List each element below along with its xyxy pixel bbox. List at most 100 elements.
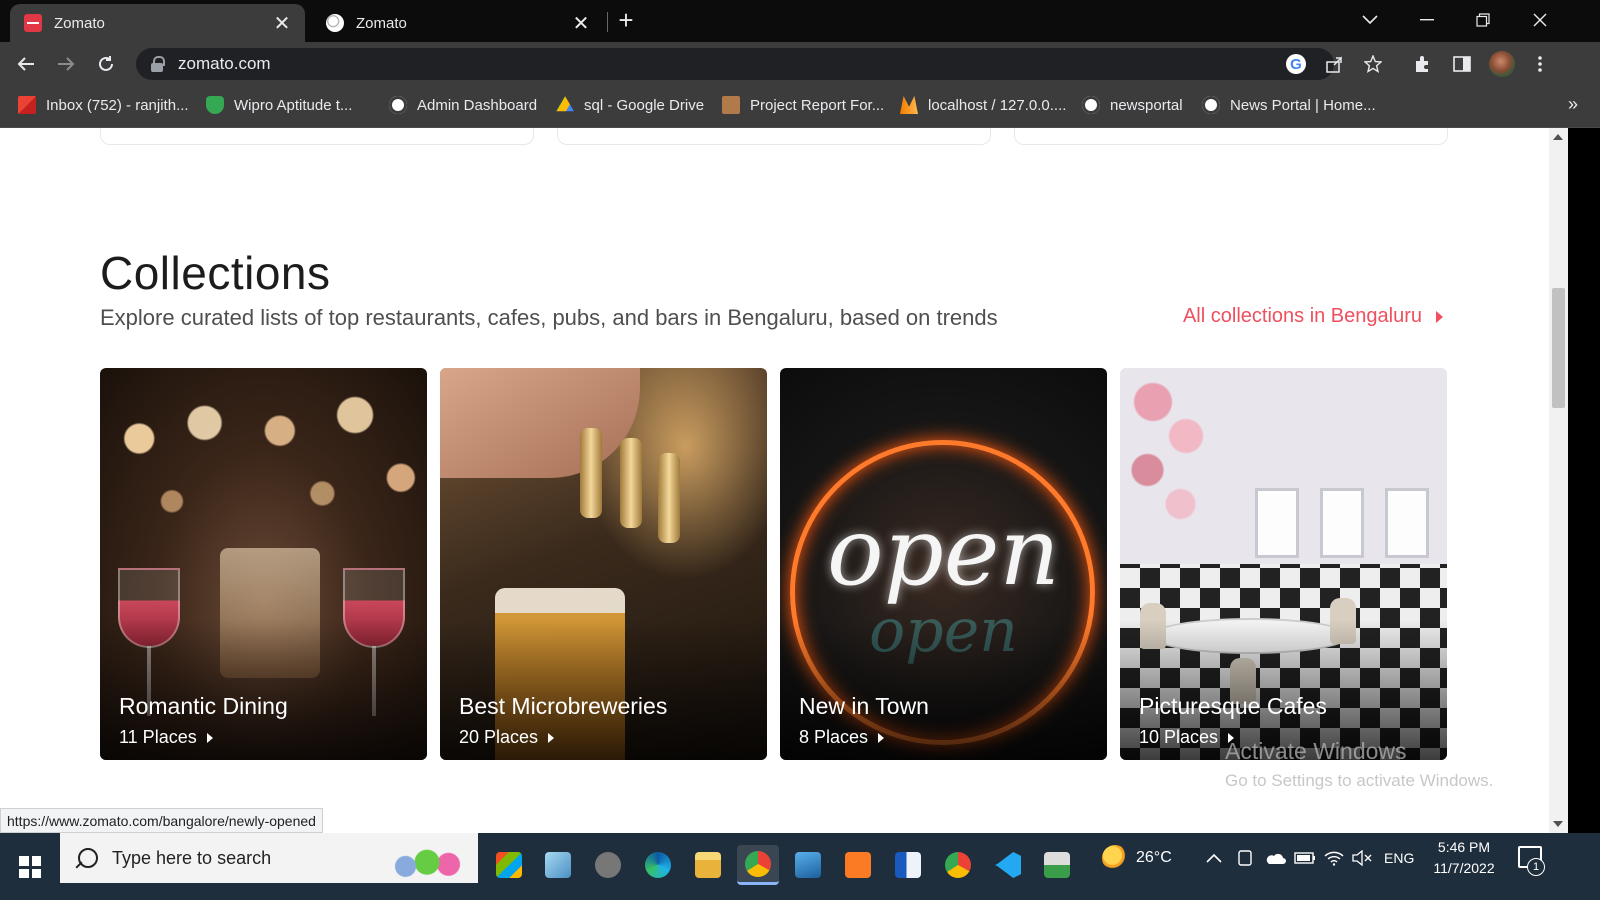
notification-count-badge: 1 — [1527, 858, 1545, 876]
bookmark-newsportal[interactable]: newsportal — [1082, 96, 1183, 114]
bookmark-label: sql - Google Drive — [584, 96, 705, 114]
new-tab-button[interactable]: + — [612, 5, 640, 35]
show-hidden-icons-chevron-icon[interactable] — [1206, 833, 1222, 883]
bookmark-wipro[interactable]: Wipro Aptitude t... — [206, 96, 352, 114]
share-icon[interactable] — [1322, 52, 1346, 76]
forward-button[interactable] — [52, 50, 80, 78]
bookmarks-overflow-button[interactable]: » — [1568, 94, 1578, 115]
back-button[interactable] — [12, 50, 40, 78]
scroll-up-arrow-icon[interactable] — [1553, 134, 1563, 140]
xampp-icon — [900, 96, 918, 114]
bookmark-localhost[interactable]: localhost / 127.0.0.... — [900, 96, 1066, 114]
card-count-label: 8 Places — [799, 727, 869, 747]
caret-right-icon — [1436, 310, 1443, 323]
close-window-button[interactable] — [1516, 0, 1564, 40]
globe-icon — [1202, 96, 1220, 114]
card-title: Romantic Dining — [119, 693, 288, 719]
snipping-tool-app[interactable] — [587, 845, 629, 885]
globe-icon — [1082, 96, 1100, 114]
scrollbar-thumb[interactable] — [1552, 288, 1565, 408]
globe-icon — [326, 14, 344, 32]
xampp-app[interactable] — [837, 845, 879, 885]
disk-manager-app[interactable] — [1036, 845, 1078, 885]
url-text[interactable]: zomato.com — [178, 54, 271, 74]
all-collections-link[interactable]: All collections in Bengaluru — [1183, 305, 1443, 328]
windows-taskbar: Type here to search 26°C ENG 5:46 PM 11/… — [0, 833, 1600, 900]
card-places-count: 8 Places — [799, 727, 885, 748]
close-tab-icon[interactable]: ✕ — [568, 10, 594, 36]
previous-card[interactable] — [557, 128, 991, 145]
previous-card[interactable] — [100, 128, 534, 145]
chrome-menu-icon[interactable] — [1526, 50, 1554, 78]
collection-card-new-in-town[interactable]: open open New in Town 8 Places — [780, 368, 1107, 760]
input-language-indicator[interactable]: ENG — [1384, 833, 1414, 883]
bookmark-star-icon[interactable] — [1361, 52, 1385, 76]
vscode-app[interactable] — [987, 845, 1029, 885]
bookmark-label: newsportal — [1110, 96, 1183, 114]
system-clock[interactable]: 5:46 PM 11/7/2022 — [1424, 837, 1504, 879]
bookmarks-bar: Inbox (752) - ranjith... Wipro Aptitude … — [0, 84, 1600, 128]
word-app[interactable] — [887, 845, 929, 885]
all-collections-label: All collections in Bengaluru — [1182, 305, 1422, 327]
windows-start-button[interactable] — [12, 849, 48, 885]
shield-icon — [206, 96, 224, 114]
card-count-label: 10 Places — [1139, 727, 1219, 747]
tab-search-chevron-icon[interactable] — [1346, 0, 1394, 40]
chrome-profile-app[interactable] — [937, 845, 979, 885]
onedrive-cloud-icon[interactable] — [1264, 833, 1286, 883]
profile-avatar[interactable] — [1488, 50, 1516, 78]
bookmark-admin-dashboard[interactable]: Admin Dashboard — [389, 96, 537, 114]
card-title: New in Town — [799, 693, 929, 719]
clock-time: 5:46 PM — [1437, 839, 1491, 855]
minimize-button[interactable] — [1403, 0, 1451, 40]
bookmark-label: Inbox (752) - ranjith... — [46, 96, 189, 114]
photos-app[interactable] — [787, 845, 829, 885]
bookmark-project-report[interactable]: Project Report For... — [722, 96, 884, 114]
volume-muted-icon[interactable] — [1352, 833, 1372, 883]
card-title: Picturesque Cafes — [1139, 693, 1327, 719]
reload-button[interactable] — [92, 50, 120, 78]
search-highlight-icon — [384, 837, 470, 879]
card-places-count: 11 Places — [119, 727, 213, 748]
bookmark-label: News Portal | Home... — [1230, 96, 1376, 114]
taskbar-search-box[interactable]: Type here to search — [60, 833, 478, 883]
meet-now-icon[interactable] — [1236, 833, 1254, 883]
restore-button[interactable] — [1459, 0, 1507, 40]
bookmark-news-portal-home[interactable]: News Portal | Home... — [1202, 96, 1376, 114]
tab-divider — [607, 12, 608, 32]
bookmark-label: Admin Dashboard — [417, 96, 538, 114]
chrome-app[interactable] — [737, 845, 779, 885]
battery-icon[interactable] — [1294, 833, 1316, 883]
report-icon — [722, 96, 740, 114]
clock-date: 11/7/2022 — [1433, 860, 1495, 876]
tab-zomato[interactable]: Zomato ✕ — [312, 4, 604, 42]
lock-icon[interactable] — [150, 56, 165, 72]
scroll-down-arrow-icon[interactable] — [1553, 821, 1563, 827]
previous-card[interactable] — [1014, 128, 1448, 145]
edge-app[interactable] — [637, 845, 679, 885]
zomato-icon — [24, 14, 42, 32]
microsoft-store-app[interactable] — [488, 845, 530, 885]
bookmark-inbox[interactable]: Inbox (752) - ranjith... — [18, 96, 189, 114]
bookmark-sql-drive[interactable]: sql - Google Drive — [556, 96, 704, 114]
file-explorer-app[interactable] — [687, 845, 729, 885]
close-tab-icon[interactable]: ✕ — [269, 10, 295, 36]
notepad-app[interactable] — [537, 845, 579, 885]
collection-card-picturesque-cafes[interactable]: Picturesque Cafes 10 Places — [1120, 368, 1447, 760]
wifi-icon[interactable] — [1324, 833, 1344, 883]
tab-zomato-active[interactable]: Zomato ✕ — [10, 4, 305, 42]
weather-widget[interactable]: 26°C — [1102, 833, 1172, 883]
side-panel-icon[interactable] — [1448, 50, 1476, 78]
collections-subtitle: Explore curated lists of top restaurants… — [100, 305, 998, 330]
activate-windows-watermark: Activate Windows Go to Settings to activ… — [1225, 738, 1493, 791]
link-status-bubble: https://www.zomato.com/bangalore/newly-o… — [0, 808, 323, 833]
google-lens-icon[interactable]: G — [1284, 52, 1308, 76]
page-scrollbar[interactable] — [1549, 128, 1568, 833]
address-bar[interactable]: zomato.com G — [136, 48, 1382, 80]
extensions-icon[interactable] — [1409, 50, 1437, 78]
caret-right-icon — [548, 732, 555, 743]
collection-card-best-microbreweries[interactable]: Best Microbreweries 20 Places — [440, 368, 767, 760]
bookmark-label: localhost / 127.0.0.... — [928, 96, 1067, 114]
tab-title: Zomato — [356, 14, 407, 32]
collection-card-romantic-dining[interactable]: Romantic Dining 11 Places — [100, 368, 427, 760]
